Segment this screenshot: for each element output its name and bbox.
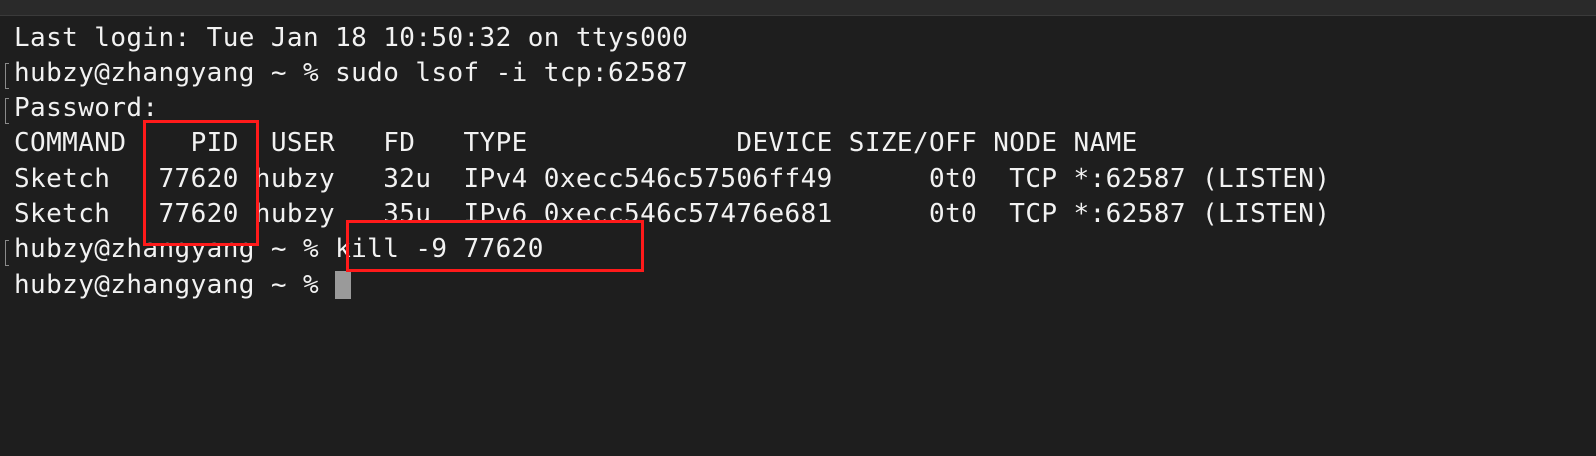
- pid-column-highlight: [143, 120, 259, 246]
- terminal-line-lsof-command: hubzy@zhangyang ~ % sudo lsof -i tcp:625…: [14, 58, 689, 88]
- kill-command-highlight: [346, 220, 644, 272]
- prompt-mark: [5, 98, 9, 124]
- terminal-line-password: Password:: [14, 93, 159, 123]
- current-prompt-text: hubzy@zhangyang ~ %: [14, 270, 336, 300]
- terminal-output[interactable]: Last login: Tue Jan 18 10:50:32 on ttys0…: [0, 16, 1596, 456]
- text-cursor: [335, 271, 352, 299]
- terminal-line-login: Last login: Tue Jan 18 10:50:32 on ttys0…: [14, 23, 689, 53]
- prompt-mark: [5, 240, 9, 266]
- terminal-line-current-prompt: hubzy@zhangyang ~ %: [14, 267, 352, 303]
- prompt-mark: [5, 63, 9, 89]
- window-top-edge: [0, 0, 1596, 16]
